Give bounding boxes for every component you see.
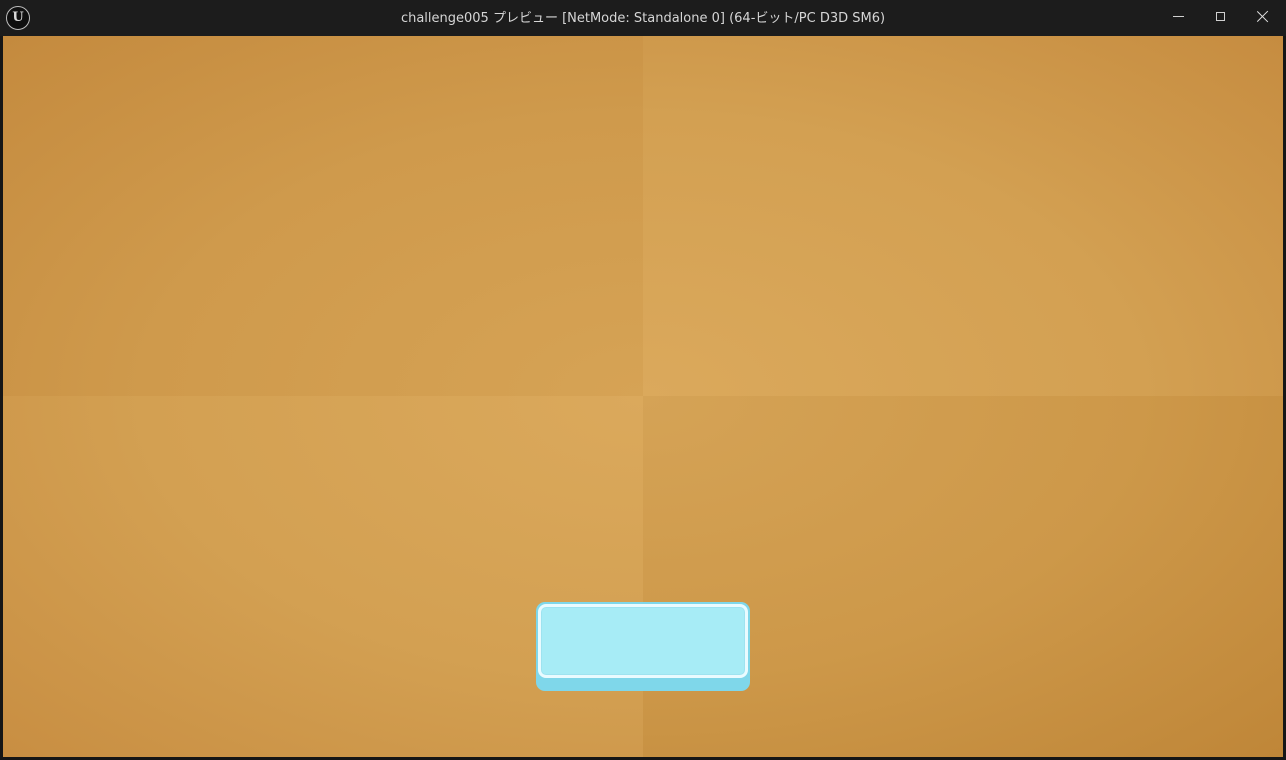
close-icon <box>1256 10 1269 23</box>
background-quadrant-bottom-right <box>643 396 1283 757</box>
background-quadrant-top-right <box>643 36 1283 396</box>
minimize-button[interactable] <box>1157 0 1199 32</box>
maximize-button[interactable] <box>1199 0 1241 32</box>
title-bar[interactable]: U challenge005 プレビュー [NetMode: Standalon… <box>0 0 1286 36</box>
game-ui-button[interactable] <box>536 602 750 691</box>
game-ui-button-face <box>538 604 748 678</box>
minimize-icon <box>1172 15 1184 17</box>
background-quadrant-bottom-left <box>3 396 643 757</box>
game-preview-window: U challenge005 プレビュー [NetMode: Standalon… <box>0 0 1286 760</box>
background-quadrant-top-left <box>3 36 643 396</box>
maximize-icon <box>1215 11 1225 21</box>
unreal-engine-logo-icon: U <box>6 6 30 30</box>
game-viewport[interactable] <box>3 36 1283 757</box>
game-ui-button-label <box>541 607 745 675</box>
window-title: challenge005 プレビュー [NetMode: Standalone … <box>400 11 886 26</box>
close-button[interactable] <box>1241 0 1283 32</box>
